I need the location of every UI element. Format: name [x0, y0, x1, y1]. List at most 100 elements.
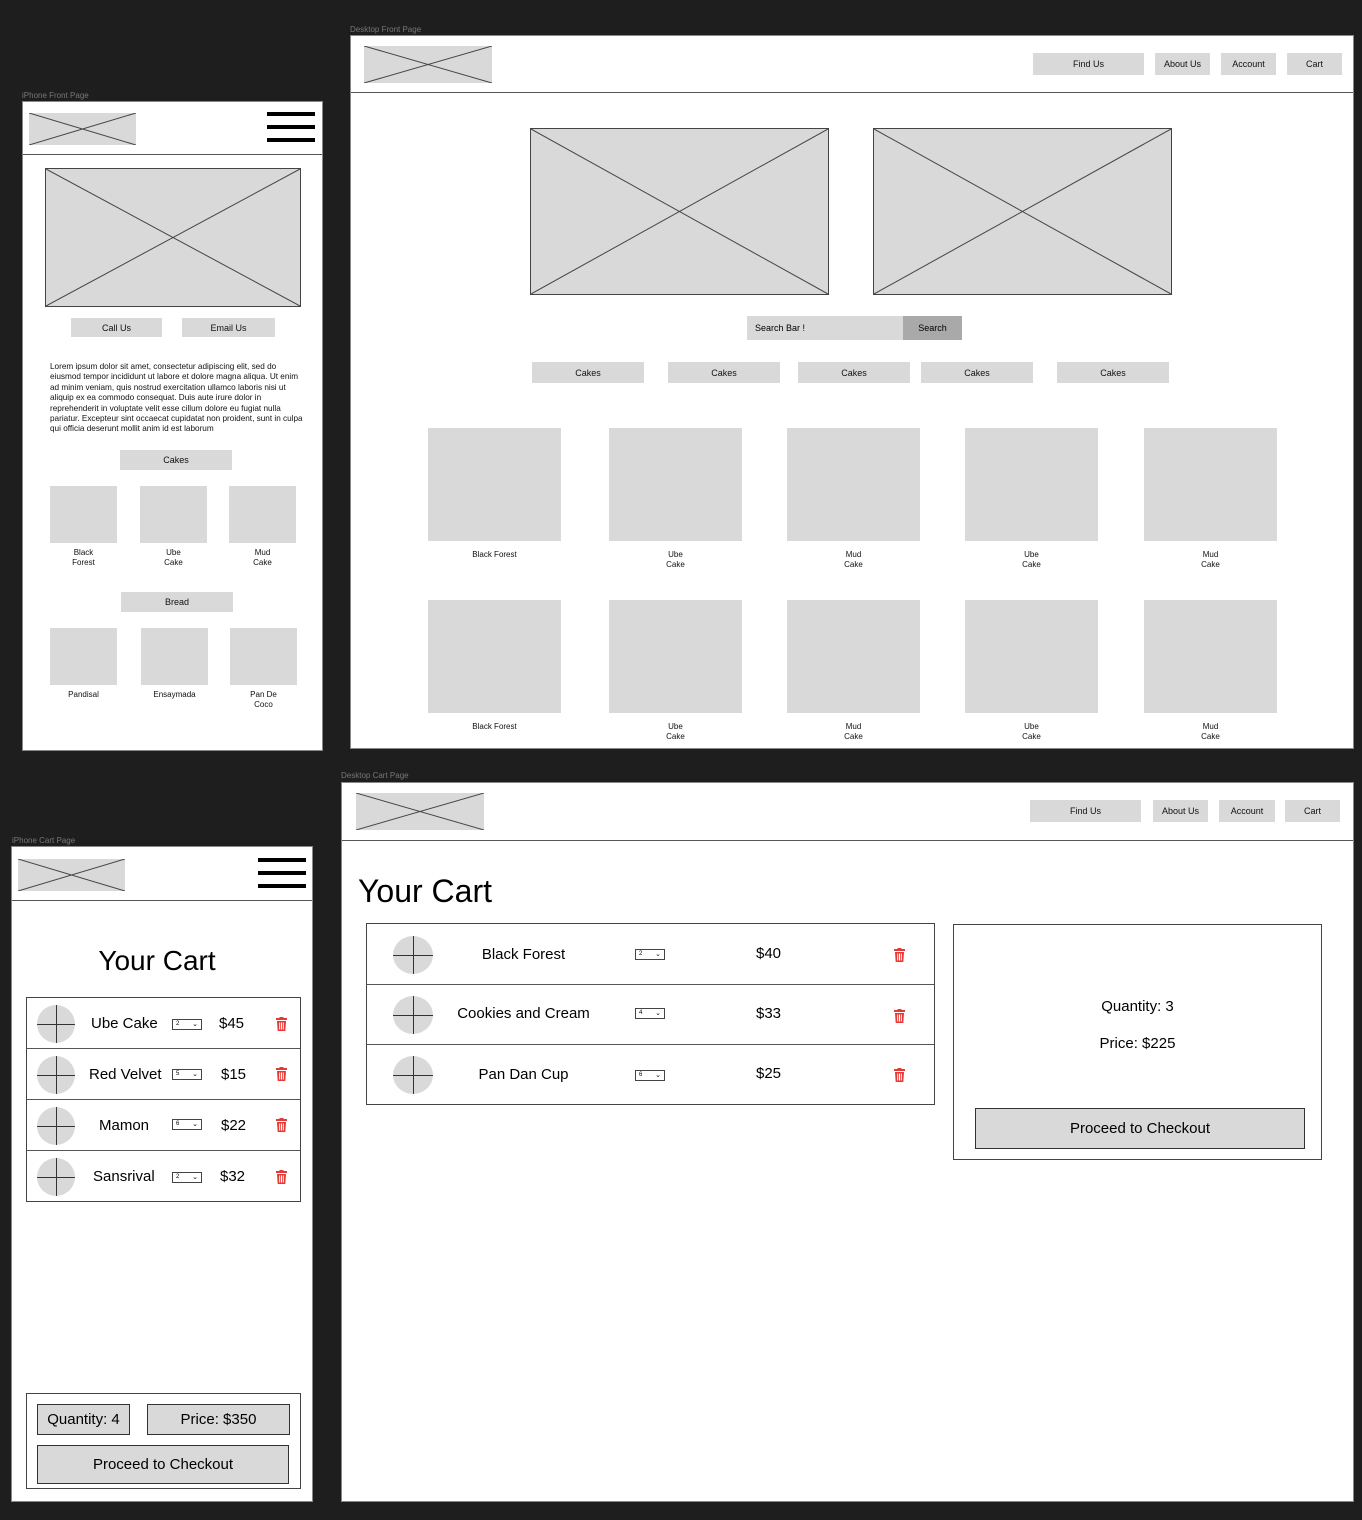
product-image[interactable] — [50, 628, 117, 685]
item-name: Ube Cake — [91, 1015, 158, 1032]
banner-image-placeholder — [530, 128, 829, 295]
product-caption: Pan De Coco — [250, 690, 277, 709]
banner-image-placeholder — [873, 128, 1172, 295]
item-price: $15 — [221, 1066, 247, 1083]
email-us-button[interactable]: Email Us — [182, 318, 275, 337]
hamburger-menu-icon[interactable] — [258, 858, 306, 888]
product-image[interactable] — [609, 600, 742, 713]
product-caption: Mud Cake — [1201, 550, 1220, 569]
call-us-button[interactable]: Call Us — [71, 318, 162, 337]
trash-icon[interactable] — [276, 1017, 287, 1031]
proceed-to-checkout-button[interactable]: Proceed to Checkout — [975, 1108, 1305, 1149]
product-image[interactable] — [1144, 600, 1277, 713]
product-caption: Pandisal — [68, 690, 99, 699]
proceed-to-checkout-button[interactable]: Proceed to Checkout — [37, 1445, 289, 1484]
product-caption: Mud Cake — [253, 548, 272, 567]
trash-icon[interactable] — [276, 1067, 287, 1081]
trash-icon[interactable] — [894, 948, 905, 962]
category-cakes-button[interactable]: Cakes — [798, 362, 910, 383]
price-summary: Price: $225 — [1099, 1035, 1176, 1052]
product-image[interactable] — [428, 600, 561, 713]
cart-items-list: Ube Cake 2 ⌄ $45 Red Velvet 5 ⌄ $15 Mamon … — [26, 997, 301, 1202]
nav-find-us[interactable]: Find Us — [1033, 53, 1144, 75]
category-cakes-button[interactable]: Cakes — [668, 362, 780, 383]
trash-icon[interactable] — [276, 1118, 287, 1132]
product-caption: Ube Cake — [1022, 722, 1041, 741]
item-price: $22 — [221, 1117, 247, 1134]
item-price: $32 — [220, 1168, 246, 1185]
cart-item-row: Red Velvet 5 ⌄ $15 — [27, 1049, 300, 1100]
cart-items-list: Black Forest 2 ⌄ $40 Cookies and Cream 4 ⌄… — [366, 923, 935, 1105]
quantity-select[interactable]: 2 ⌄ — [635, 949, 665, 960]
cakes-category-button[interactable]: Cakes — [120, 450, 232, 470]
product-thumbnail — [37, 1056, 75, 1094]
nav-find-us[interactable]: Find Us — [1030, 800, 1141, 822]
bread-category-button[interactable]: Bread — [121, 592, 233, 612]
product-image[interactable] — [230, 628, 297, 685]
cart-item-row: Pan Dan Cup 6 ⌄ $25 — [367, 1045, 934, 1105]
category-cakes-button[interactable]: Cakes — [1057, 362, 1169, 383]
frame-label-iphone-cart: iPhone Cart Page — [12, 836, 76, 845]
nav-cart[interactable]: Cart — [1287, 53, 1342, 75]
product-caption: Ube Cake — [666, 722, 685, 741]
trash-icon[interactable] — [894, 1009, 905, 1023]
product-image[interactable] — [965, 600, 1098, 713]
trash-icon[interactable] — [894, 1068, 905, 1082]
item-name: Mamon — [99, 1117, 150, 1134]
product-caption: Black Forest — [472, 550, 517, 559]
cart-item-row: Cookies and Cream 4 ⌄ $33 — [367, 985, 934, 1045]
product-caption: Mud Cake — [1201, 722, 1220, 741]
category-cakes-button[interactable]: Cakes — [921, 362, 1033, 383]
logo-placeholder[interactable] — [29, 113, 136, 145]
logo-placeholder[interactable] — [356, 793, 484, 830]
product-image[interactable] — [1144, 428, 1277, 541]
product-caption: Ube Cake — [1022, 550, 1041, 569]
product-caption: Ube Cake — [666, 550, 685, 569]
product-thumbnail — [37, 1005, 75, 1043]
product-caption: Mud Cake — [844, 550, 863, 569]
product-caption: Ube Cake — [164, 548, 183, 567]
hamburger-menu-icon[interactable] — [267, 112, 315, 142]
page-title: Your Cart — [98, 945, 216, 976]
product-image[interactable] — [787, 600, 920, 713]
cart-item-row: Black Forest 2 ⌄ $40 — [367, 924, 934, 985]
quantity-select[interactable]: 2 ⌄ — [172, 1172, 202, 1183]
item-price: $45 — [219, 1015, 245, 1032]
item-price: $40 — [756, 945, 782, 962]
item-name: Pan Dan Cup — [478, 1066, 569, 1083]
frame-label-desktop-front: Desktop Front Page — [350, 25, 422, 34]
search-input[interactable]: Search Bar ! — [747, 316, 903, 340]
product-image[interactable] — [229, 486, 296, 543]
logo-placeholder[interactable] — [18, 859, 125, 891]
search-button[interactable]: Search — [903, 316, 962, 340]
quantity-select[interactable]: 4 ⌄ — [635, 1008, 665, 1019]
nav-about-us[interactable]: About Us — [1155, 53, 1210, 75]
quantity-select[interactable]: 5 ⌄ — [172, 1069, 202, 1080]
nav-about-us[interactable]: About Us — [1153, 800, 1208, 822]
nav-cart[interactable]: Cart — [1285, 800, 1340, 822]
product-caption: Black Forest — [472, 722, 517, 731]
product-image[interactable] — [609, 428, 742, 541]
logo-placeholder[interactable] — [364, 46, 492, 83]
nav-account[interactable]: Account — [1219, 800, 1275, 822]
frame-label-iphone-front: iPhone Front Page — [22, 91, 89, 100]
quantity-select[interactable]: 6 ⌄ — [172, 1119, 202, 1130]
frame-label-desktop-cart: Desktop Cart Page — [341, 771, 409, 780]
category-cakes-button[interactable]: Cakes — [532, 362, 644, 383]
item-price: $33 — [756, 1005, 782, 1022]
quantity-select[interactable]: 6 ⌄ — [635, 1070, 665, 1081]
product-image[interactable] — [787, 428, 920, 541]
nav-account[interactable]: Account — [1221, 53, 1276, 75]
product-image[interactable] — [140, 486, 207, 543]
product-image[interactable] — [141, 628, 208, 685]
quantity-select[interactable]: 2 ⌄ — [172, 1019, 202, 1030]
product-caption: Mud Cake — [844, 722, 863, 741]
trash-icon[interactable] — [276, 1170, 287, 1184]
product-image[interactable] — [428, 428, 561, 541]
iphone-front-frame: Call Us Email Us Lorem ipsum dolor sit a… — [22, 101, 323, 751]
product-image[interactable] — [965, 428, 1098, 541]
header-divider — [342, 840, 1353, 841]
cart-item-row: Ube Cake 2 ⌄ $45 — [27, 998, 300, 1049]
item-price: $25 — [756, 1065, 782, 1082]
product-image[interactable] — [50, 486, 117, 543]
